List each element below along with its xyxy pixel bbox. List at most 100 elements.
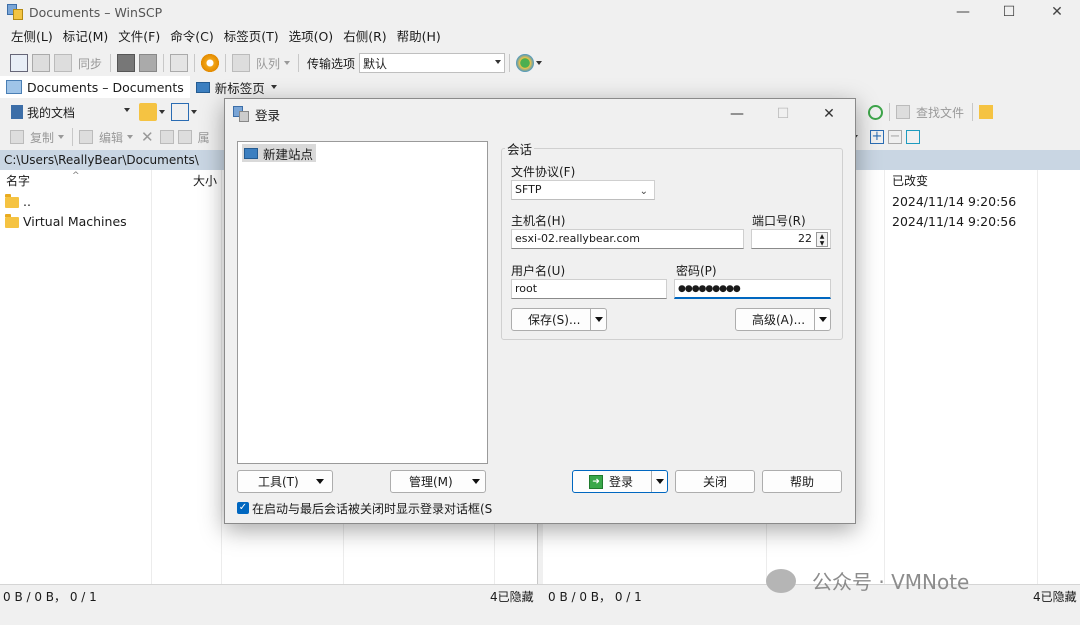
dialog-close-button[interactable]: ✕ <box>809 103 849 125</box>
chevron-down-icon <box>655 479 664 484</box>
left-hidden-count[interactable]: 4已隐藏 <box>490 588 534 606</box>
chevron-down-icon[interactable] <box>191 110 197 114</box>
sync-icon[interactable] <box>54 54 72 72</box>
folder-icon <box>5 213 19 228</box>
find-files-icon[interactable] <box>896 105 910 119</box>
putty-icon[interactable] <box>139 54 158 72</box>
watermark-text: 公众号 · VMNote <box>812 570 970 594</box>
login-label: 登录 <box>609 475 634 489</box>
properties-label[interactable]: 属 <box>198 129 210 146</box>
local-tab-icon <box>6 80 22 94</box>
menu-left[interactable]: 左侧(L) <box>6 26 58 48</box>
site-list[interactable]: 新建站点 <box>237 141 488 464</box>
advanced-button[interactable]: 高级(A)... <box>735 308 831 331</box>
manage-button[interactable]: 管理(M) <box>390 470 486 493</box>
menu-right[interactable]: 右侧(R) <box>338 26 391 48</box>
menu-mark[interactable]: 标记(M) <box>58 26 114 48</box>
winscp-app-icon <box>7 4 23 20</box>
close-button[interactable]: 关闭 <box>675 470 755 493</box>
chevron-down-icon <box>594 317 603 322</box>
column-name[interactable]: 名字 <box>6 170 30 192</box>
queue-label[interactable]: 队列 <box>256 55 280 72</box>
edit-label[interactable]: 编辑 <box>99 129 123 146</box>
refresh-icon[interactable] <box>868 104 883 120</box>
menu-help[interactable]: 帮助(H) <box>392 26 446 48</box>
plus-icon[interactable]: + <box>870 130 884 144</box>
left-location-select[interactable]: 我的文档 <box>8 102 133 122</box>
edit-icon[interactable] <box>79 130 94 144</box>
chevron-down-icon <box>316 479 324 484</box>
username-input[interactable]: root <box>511 279 667 299</box>
console-icon[interactable] <box>117 54 136 72</box>
sync-label[interactable]: 同步 <box>78 55 102 72</box>
login-dropdown[interactable] <box>651 471 667 492</box>
open-folder-icon[interactable] <box>139 103 157 121</box>
site-item-new[interactable]: 新建站点 <box>242 144 317 162</box>
login-arrow-icon: ➜ <box>589 474 603 489</box>
tree-icon[interactable] <box>979 105 994 119</box>
menu-file[interactable]: 文件(F) <box>113 26 165 48</box>
show-login-checkbox[interactable]: ✓ <box>237 502 249 514</box>
find-files-label[interactable]: 查找文件 <box>916 104 964 121</box>
tools-button[interactable]: 工具(T) <box>237 470 333 493</box>
chevron-down-icon <box>472 479 480 484</box>
right-hidden-count[interactable]: 4已隐藏 <box>1033 588 1077 606</box>
save-dropdown[interactable] <box>590 309 606 330</box>
chevron-down-icon[interactable] <box>58 135 65 139</box>
sort-asc-icon: ^ <box>72 171 80 181</box>
column-changed[interactable]: 已改变 <box>892 170 928 192</box>
minus-icon[interactable]: − <box>888 130 902 144</box>
tab-documents[interactable]: Documents – Documents <box>0 76 190 98</box>
port-stepper[interactable]: ▲ ▼ <box>816 232 828 247</box>
password-input[interactable]: ●●●●●●●●● <box>674 279 831 299</box>
dialog-minimize-button[interactable]: — <box>717 103 757 125</box>
tab-new[interactable]: 新标签页 <box>190 76 283 98</box>
protocol-select[interactable]: SFTP ⌄ <box>511 180 655 200</box>
menu-tabs[interactable]: 标签页(T) <box>219 26 284 48</box>
host-input[interactable]: esxi-02.reallybear.com <box>511 229 744 249</box>
queue-dropdown-icon[interactable] <box>284 61 291 65</box>
right-status: 0 B / 0 B， 0 / 1 <box>548 590 642 604</box>
filter-icon[interactable] <box>906 130 920 144</box>
copy-icon[interactable] <box>10 130 24 144</box>
show-login-label[interactable]: 在启动与最后会话被关闭时显示登录对话框(S <box>252 500 492 517</box>
row-name: Virtual Machines <box>23 214 127 229</box>
close-window-button[interactable]: ✕ <box>1034 0 1080 24</box>
login-button[interactable]: ➜ 登录 <box>572 470 668 493</box>
menu-options[interactable]: 选项(O) <box>284 26 339 48</box>
transfer-options-select[interactable]: 默认 <box>359 53 506 73</box>
rename-icon[interactable] <box>159 130 174 144</box>
left-location-toolbar: 我的文档 <box>0 99 197 125</box>
copy-label[interactable]: 复制 <box>30 129 54 146</box>
preferences-gear-icon[interactable] <box>201 54 220 72</box>
menu-commands[interactable]: 命令(C) <box>165 26 218 48</box>
refresh-icon[interactable] <box>170 54 189 72</box>
column-size[interactable]: 大小 <box>193 170 217 192</box>
chevron-down-icon[interactable] <box>159 110 165 114</box>
minimize-button[interactable]: — <box>940 0 986 24</box>
save-button[interactable]: 保存(S)... <box>511 308 607 331</box>
dialog-maximize-button[interactable]: ☐ <box>763 103 803 125</box>
chevron-down-icon[interactable] <box>536 61 543 65</box>
globe-sync-icon[interactable] <box>516 54 535 72</box>
maximize-button[interactable]: ☐ <box>986 0 1032 24</box>
advanced-label: 高级(A)... <box>752 313 806 327</box>
right-location-toolbar: 查找文件 <box>866 99 995 125</box>
compare-icon[interactable] <box>10 54 28 72</box>
advanced-dropdown[interactable] <box>814 309 830 330</box>
chevron-down-icon[interactable] <box>270 85 277 89</box>
right-column-headers: 已改变 <box>856 170 1080 192</box>
queue-icon[interactable] <box>232 54 251 72</box>
properties-icon[interactable] <box>177 130 192 144</box>
menu-bar: 左侧(L) 标记(M) 文件(F) 命令(C) 标签页(T) 选项(O) 右侧(… <box>0 26 446 48</box>
port-label: 端口号(R) <box>752 214 806 228</box>
delete-icon[interactable]: ✕ <box>141 128 154 146</box>
table-row[interactable]: .. <box>5 192 31 212</box>
tab-label: Documents – Documents <box>27 79 184 95</box>
sync-browse-icon[interactable] <box>32 54 50 72</box>
protocol-value: SFTP <box>515 183 542 196</box>
chevron-down-icon[interactable] <box>127 135 134 139</box>
help-button[interactable]: 帮助 <box>762 470 842 493</box>
filter-icon[interactable] <box>171 103 189 121</box>
table-row[interactable]: Virtual Machines <box>5 212 127 232</box>
